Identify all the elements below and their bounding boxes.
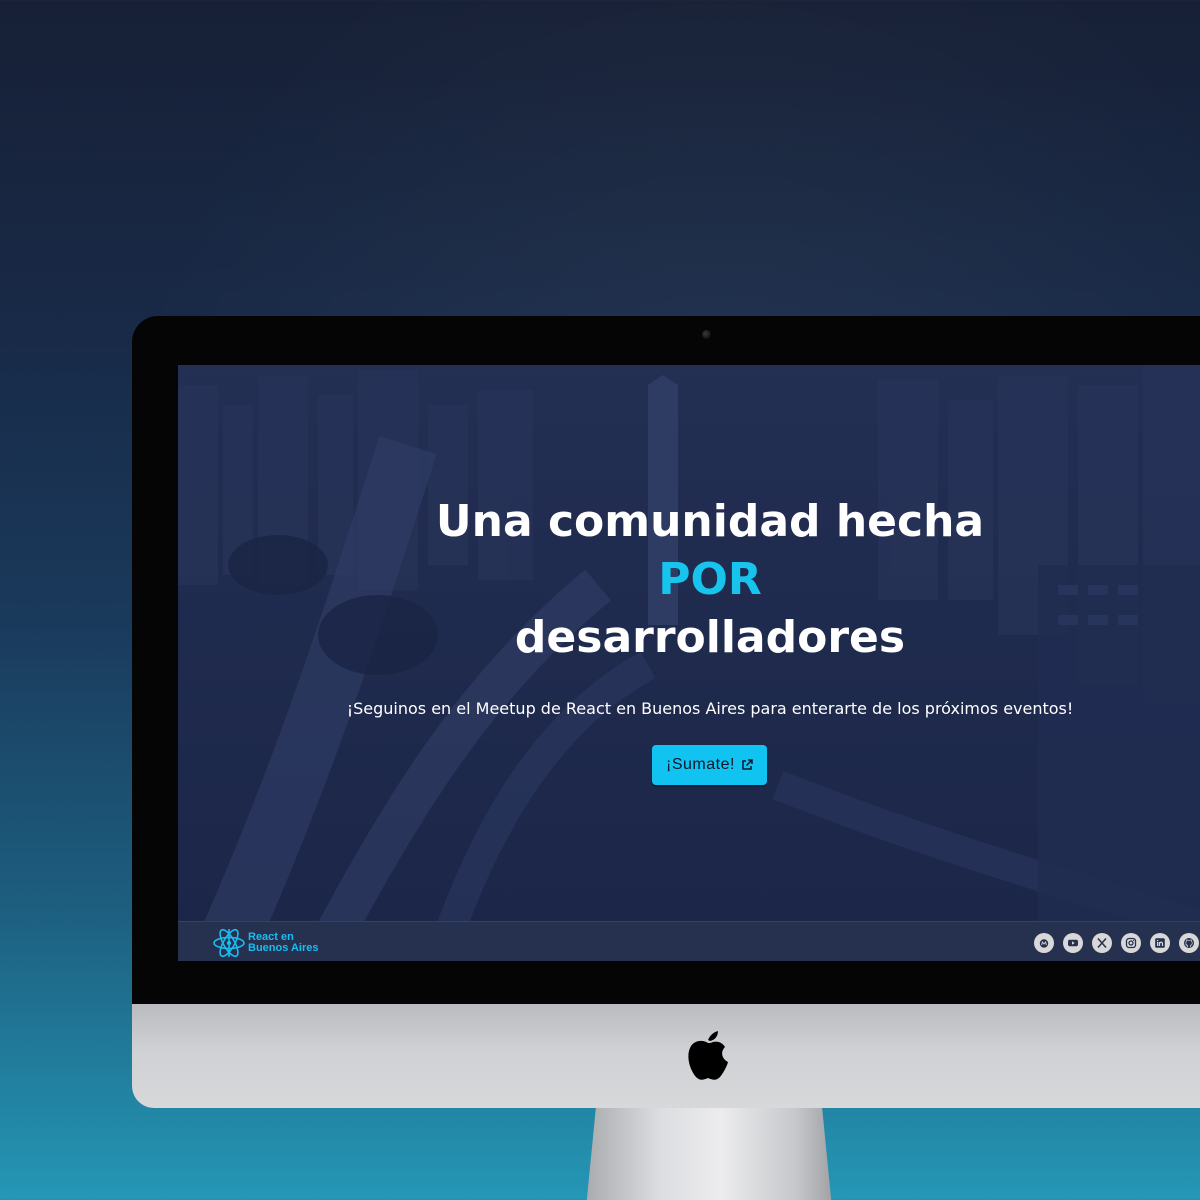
- youtube-link[interactable]: [1063, 933, 1083, 953]
- linkedin-link[interactable]: [1150, 933, 1170, 953]
- hero-title: Una comunidad hecha POR desarrolladores: [178, 493, 1200, 667]
- instagram-icon: [1125, 937, 1137, 949]
- monitor-chin: [132, 1004, 1200, 1108]
- external-link-icon: [742, 759, 753, 770]
- instagram-link[interactable]: [1121, 933, 1141, 953]
- logo-text-line2: Buenos Aires: [248, 942, 319, 954]
- social-links: [1034, 933, 1199, 953]
- site-logo[interactable]: React en Buenos Aires: [212, 928, 319, 958]
- hero-title-accent: POR: [658, 554, 762, 605]
- meetup-icon: [1039, 939, 1049, 948]
- meetup-link[interactable]: [1034, 933, 1054, 953]
- join-button[interactable]: ¡Sumate!: [652, 745, 767, 785]
- x-icon: [1097, 938, 1107, 948]
- site-footer: React en Buenos Aires: [178, 921, 1200, 961]
- hero-section: Una comunidad hecha POR desarrolladores …: [178, 365, 1200, 921]
- logo-text: React en Buenos Aires: [248, 932, 319, 954]
- hero-title-line1: Una comunidad hecha: [435, 496, 985, 547]
- linkedin-icon: [1155, 938, 1165, 948]
- hero-subtitle: ¡Seguinos en el Meetup de React en Bueno…: [346, 699, 1074, 718]
- apple-logo-icon: [688, 1031, 728, 1080]
- github-link[interactable]: [1179, 933, 1199, 953]
- youtube-icon: [1068, 939, 1078, 947]
- x-link[interactable]: [1092, 933, 1112, 953]
- github-icon: [1184, 938, 1194, 948]
- webcam: [702, 330, 711, 339]
- join-button-label: ¡Sumate!: [666, 756, 735, 773]
- hero-title-line3: desarrolladores: [514, 612, 906, 663]
- react-atom-icon: [213, 928, 245, 958]
- monitor-stand: [586, 1108, 832, 1200]
- website-screen: Una comunidad hecha POR desarrolladores …: [178, 365, 1200, 961]
